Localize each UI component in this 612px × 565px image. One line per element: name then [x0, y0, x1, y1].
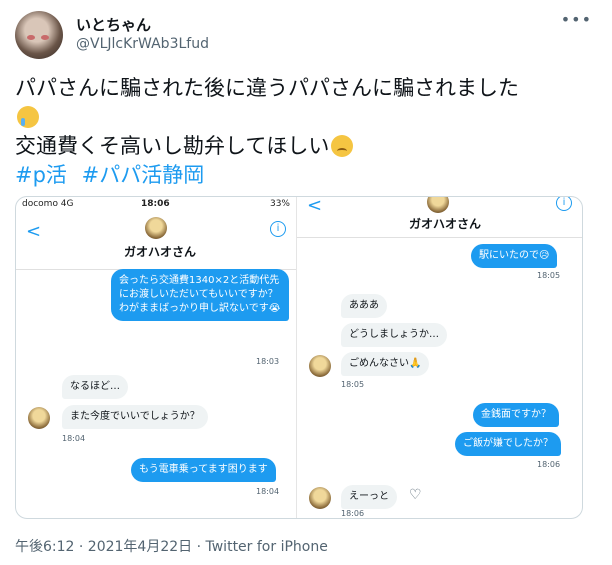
user-avatar[interactable] — [15, 11, 63, 59]
message-time: 18:04 — [256, 487, 280, 496]
message-bubble: 会ったら交通費1340×2と活動代先にお渡しいただいてもいいですか？わがままばっ… — [111, 269, 289, 321]
avatar-eye-right — [41, 35, 49, 40]
back-icon[interactable]: < — [26, 221, 41, 242]
message-time: 18:05 — [341, 380, 365, 389]
contact-name: ガオハオさん — [124, 245, 197, 259]
back-icon[interactable]: < — [307, 197, 322, 216]
message-bubble: どうしましょうか… — [341, 323, 447, 347]
hashtag-link[interactable]: #パパ活静岡 — [82, 163, 205, 187]
user-handle[interactable]: @VLJlcKrWAb3Lfud — [76, 36, 209, 52]
contact-avatar — [427, 197, 449, 213]
crying-face-icon — [17, 106, 39, 128]
message-bubble: 金銭面ですか？ — [473, 403, 559, 427]
message-time: 18:04 — [62, 434, 86, 443]
more-icon[interactable]: ••• — [561, 10, 592, 29]
message-time: 18:06 — [537, 460, 561, 469]
status-time: 18:06 — [141, 199, 170, 209]
contact-avatar — [309, 487, 331, 509]
message-time: 18:06 — [341, 509, 365, 518]
tweet-line-1: パパさんに騙された後に違うパパさんに騙されました — [15, 76, 519, 100]
tweet-source[interactable]: Twitter for iPhone — [206, 539, 328, 555]
message-bubble: また今度でいいでしょうか？ — [62, 405, 208, 429]
info-icon[interactable]: i — [270, 221, 286, 237]
avatar-eye-left — [27, 35, 35, 40]
contact-name: ガオハオさん — [409, 217, 482, 231]
status-carrier: docomo 4G — [22, 199, 74, 209]
screenshot-right: < ガオハオさん i 駅にいたので😥 18:05 あああ どうしましょうか… ご… — [297, 197, 582, 518]
message-time: 18:05 — [537, 271, 561, 280]
disappointed-face-icon — [331, 135, 354, 157]
message-bubble: もう電車乗ってます困ります — [131, 458, 276, 482]
hashtag-link[interactable]: #p活 — [15, 163, 67, 187]
contact-avatar — [28, 407, 50, 429]
message-bubble: 駅にいたので😥 — [471, 244, 558, 268]
message-bubble: なるほど… — [62, 375, 128, 399]
message-bubble: ご飯が嫌でしたか？ — [455, 432, 561, 456]
tweet-text: パパさんに騙された後に違うパパさんに騙されました 交通費くそ高いし勘弁してほしい… — [15, 74, 590, 190]
chat-header: < ガオハオさん i — [297, 197, 582, 238]
status-battery: 33% — [269, 199, 290, 209]
user-name[interactable]: いとちゃん — [76, 14, 151, 35]
heart-react-icon[interactable]: ♡ — [409, 487, 422, 503]
message-bubble: あああ — [341, 294, 387, 318]
info-icon[interactable]: i — [556, 197, 572, 211]
tweet-footer: 午後6:12 · 2021年4月22日 · Twitter for iPhone — [15, 536, 328, 556]
contact-avatar — [145, 217, 167, 239]
message-bubble: えーっと — [341, 485, 397, 509]
screenshot-left: docomo 4G 18:06 33% < ガオハオさん i 会ったら交通費13… — [16, 197, 297, 518]
tweet-image[interactable]: docomo 4G 18:06 33% < ガオハオさん i 会ったら交通費13… — [15, 196, 583, 519]
tweet-line-2: 交通費くそ高いし勘弁してほしい — [15, 134, 330, 158]
message-time: 18:03 — [256, 357, 280, 366]
contact-avatar — [309, 355, 331, 377]
chat-header: < ガオハオさん i — [16, 213, 296, 270]
tweet-timestamp[interactable]: 午後6:12 · 2021年4月22日 · — [15, 539, 206, 555]
message-bubble: ごめんなさい🙏 — [341, 352, 430, 376]
